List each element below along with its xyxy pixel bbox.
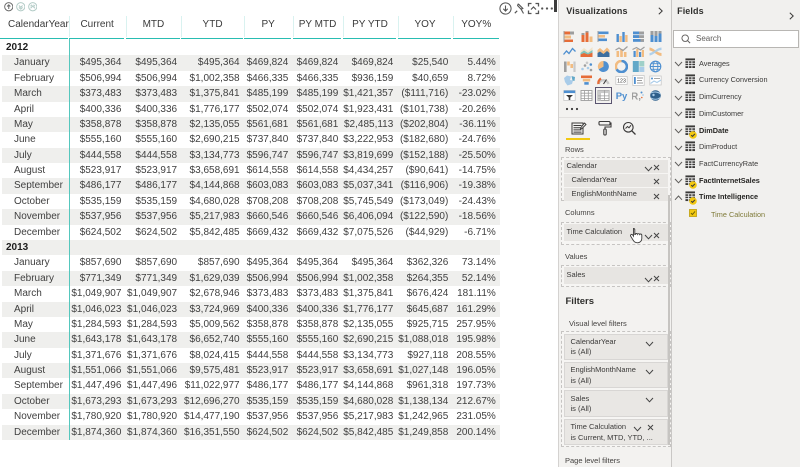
svg-text:Py: Py [615, 91, 627, 102]
svg-text:R,: R, [632, 92, 641, 103]
svg-text:123: 123 [617, 79, 626, 85]
